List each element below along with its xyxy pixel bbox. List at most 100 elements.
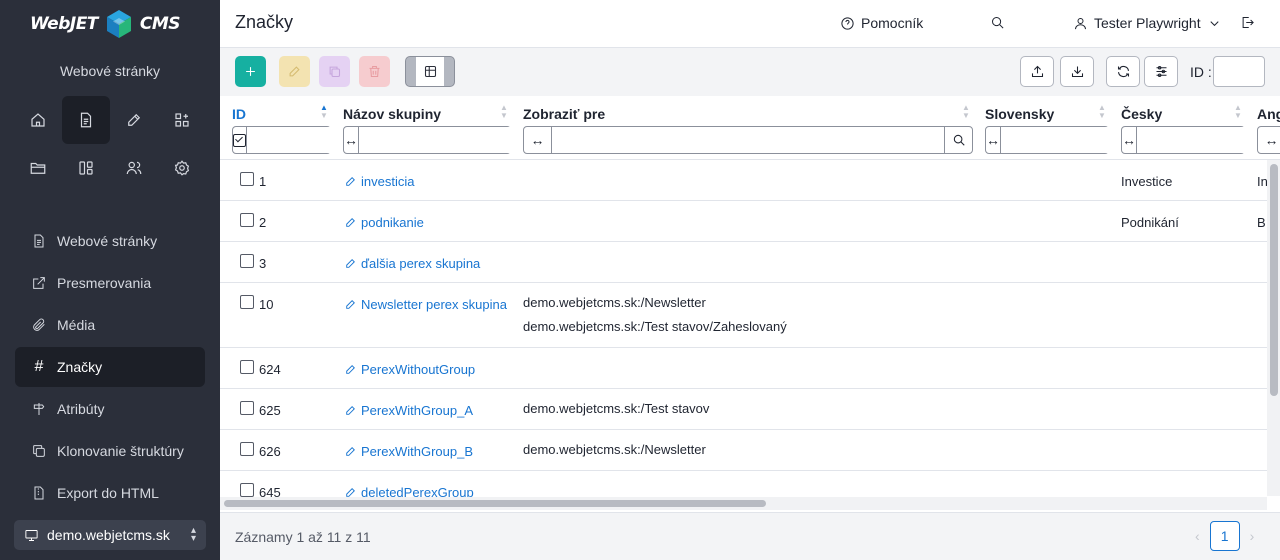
logo-cube-icon: [106, 10, 131, 38]
cell-name-link[interactable]: podnikanie: [344, 215, 424, 230]
cell-name-link[interactable]: PerexWithGroup_A: [344, 403, 473, 418]
sidebar-item-webpages[interactable]: Webové stránky: [15, 221, 205, 261]
column-header-cz[interactable]: Česky ▲ ▼ ↔: [1121, 103, 1280, 160]
sidebar-icon-grid: [14, 96, 206, 192]
table-row[interactable]: 10 Newsletter perex skupina demo.webjetc…: [220, 283, 1280, 348]
search-icon: [992, 17, 1004, 29]
sidebar-settings-button[interactable]: [158, 144, 206, 192]
scrollbar-thumb[interactable]: [1270, 164, 1278, 396]
column-header-en[interactable]: Ang ↔: [1257, 104, 1280, 160]
sidebar-webpages-button[interactable]: [62, 96, 110, 144]
row-checkbox[interactable]: [240, 295, 254, 309]
sidebar-templates-button[interactable]: [62, 144, 110, 192]
refresh-icon: [1117, 65, 1129, 78]
add-button[interactable]: [235, 56, 266, 87]
logo[interactable]: WebJET CMS: [30, 8, 181, 40]
filter-mode-button[interactable]: ↔: [524, 127, 552, 153]
duplicate-button[interactable]: [319, 56, 350, 87]
table-row[interactable]: 1 investicia Investice In: [220, 160, 1280, 201]
page-button-current[interactable]: 1: [1209, 521, 1240, 551]
sliders-icon: [1156, 65, 1166, 78]
columns-icon: [79, 161, 93, 175]
records-info: Záznamy 1 až 11 z 11: [235, 529, 371, 545]
export-button[interactable]: [1020, 56, 1054, 87]
row-checkbox[interactable]: [240, 172, 254, 186]
sidebar-item-label: Export do HTML: [57, 485, 159, 501]
row-checkbox[interactable]: [240, 213, 254, 227]
logout-button[interactable]: [1240, 15, 1255, 33]
en-filter: ↔: [1257, 126, 1280, 154]
table-row[interactable]: 624 PerexWithoutGroup: [220, 348, 1280, 389]
table-row[interactable]: 2 podnikanie Podnikání B: [220, 201, 1280, 242]
cell-show-for: demo.webjetcms.sk:/Newsletter: [523, 438, 706, 462]
sidebar-item-redirects[interactable]: Presmerovania: [15, 263, 205, 303]
cell-id: 626: [259, 444, 281, 459]
pencil-icon: [289, 66, 300, 77]
cell-name-link[interactable]: PerexWithGroup_B: [344, 444, 473, 459]
prev-page-icon[interactable]: ‹: [1195, 528, 1200, 544]
help-button[interactable]: Pomocník: [840, 15, 923, 31]
sidebar-item-clone-structure[interactable]: Klonovanie štruktúry: [15, 431, 205, 471]
scrollbar-thumb[interactable]: [224, 500, 766, 507]
sidebar-item-label: Média: [57, 317, 96, 333]
filter-mode-button[interactable]: ↔: [1258, 127, 1280, 153]
sidebar-files-button[interactable]: [14, 144, 62, 192]
table-row[interactable]: 625 PerexWithGroup_A demo.webjetcms.sk:/…: [220, 389, 1280, 430]
select-all-checkbox[interactable]: [233, 127, 247, 153]
sidebar-users-button[interactable]: [110, 144, 158, 192]
pencil-icon: [346, 406, 355, 415]
domain-select[interactable]: demo.webjetcms.sk ▴ ▾: [14, 520, 206, 550]
cell-id: 3: [259, 256, 267, 271]
table-settings-button[interactable]: [1144, 56, 1178, 87]
row-checkbox[interactable]: [240, 254, 254, 268]
column-label: Česky: [1121, 106, 1163, 122]
apps-icon: [175, 113, 189, 127]
delete-button[interactable]: [359, 56, 390, 87]
id-filter-input[interactable]: [1213, 56, 1265, 87]
cell-name-link[interactable]: ďalšia perex skupina: [344, 256, 480, 271]
edit-button[interactable]: [279, 56, 310, 87]
next-page-icon[interactable]: ›: [1250, 528, 1255, 544]
sidebar-apps-button[interactable]: [158, 96, 206, 144]
cell-en: B: [1257, 215, 1266, 230]
sidebar-edit-button[interactable]: [110, 96, 158, 144]
user-menu[interactable]: Tester Playwright: [1073, 15, 1222, 31]
show-for-filter-search-button[interactable]: [944, 127, 972, 153]
row-checkbox[interactable]: [240, 483, 254, 497]
row-checkbox[interactable]: [240, 360, 254, 374]
column-header-name[interactable]: Názov skupiny ▲ ▼ ↔: [343, 104, 550, 160]
table-row[interactable]: 626 PerexWithGroup_B demo.webjetcms.sk:/…: [220, 430, 1280, 471]
column-header-id[interactable]: ID ▲ ▼: [232, 104, 438, 160]
cell-name-link[interactable]: PerexWithoutGroup: [344, 362, 475, 377]
reload-button[interactable]: [1106, 56, 1140, 87]
show-for-path: demo.webjetcms.sk:/Test stavov/Zaheslova…: [523, 319, 787, 334]
horizontal-scrollbar[interactable]: [220, 497, 1267, 510]
column-header-sk[interactable]: Slovensky ▲ ▼ ↔: [985, 104, 1192, 160]
column-header-show-for[interactable]: Zobraziť pre ▲ ▼ ↔: [523, 104, 973, 160]
name-filter-field[interactable]: [359, 127, 536, 153]
vertical-scrollbar[interactable]: [1267, 160, 1280, 496]
row-checkbox[interactable]: [240, 401, 254, 415]
header-search-button[interactable]: [990, 15, 1005, 33]
filter-mode-button[interactable]: ↔: [1122, 127, 1137, 153]
column-settings-button[interactable]: [405, 56, 455, 87]
cell-name-link[interactable]: investicia: [344, 174, 414, 189]
sidebar-item-media[interactable]: Média: [15, 305, 205, 345]
table-row[interactable]: 3 ďalšia perex skupina: [220, 242, 1280, 283]
cz-filter: ↔: [1121, 126, 1280, 154]
filter-mode-button[interactable]: ↔: [986, 127, 1001, 153]
sidebar-item-export-html[interactable]: Export do HTML: [15, 473, 205, 513]
cell-name-link[interactable]: Newsletter perex skupina: [344, 297, 507, 312]
sidebar-home-button[interactable]: [14, 96, 62, 144]
filter-mode-button[interactable]: ↔: [344, 127, 359, 153]
cell-name: Newsletter perex skupina: [361, 297, 507, 312]
sidebar-item-attributes[interactable]: Atribúty: [15, 389, 205, 429]
sidebar-item-tags[interactable]: # Značky: [15, 347, 205, 387]
help-icon: [841, 16, 854, 30]
sort-icon: ▲ ▼: [1234, 103, 1242, 120]
show-for-filter-field[interactable]: [552, 127, 944, 153]
toolbar: ID :: [220, 48, 1280, 96]
row-checkbox[interactable]: [240, 442, 254, 456]
import-button[interactable]: [1060, 56, 1094, 87]
id-filter-label: ID :: [1190, 64, 1212, 80]
